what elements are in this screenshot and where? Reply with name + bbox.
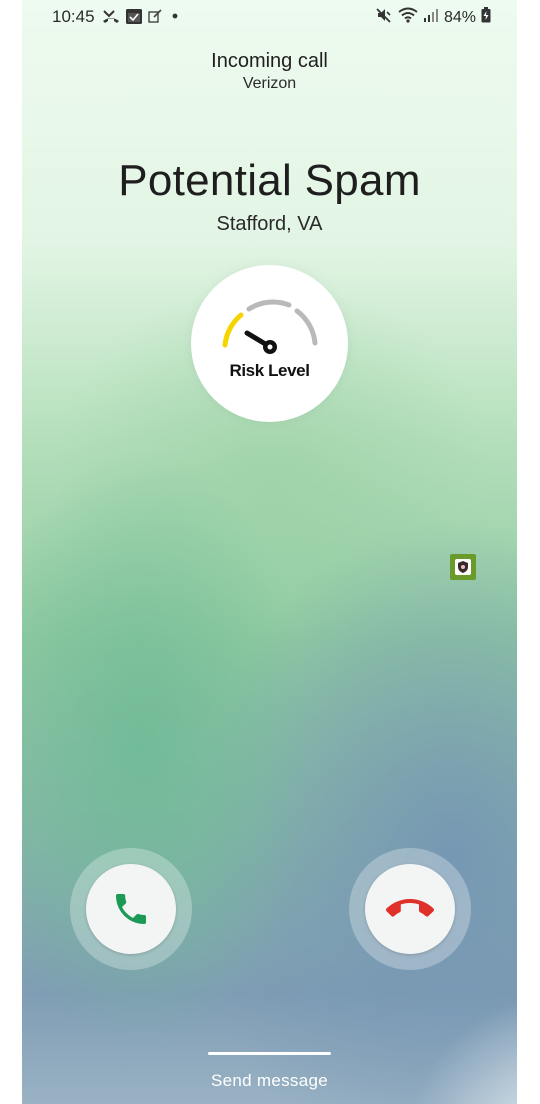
risk-level-badge[interactable]: Risk Level: [191, 265, 348, 422]
missed-call-icon: [102, 8, 120, 29]
battery-icon: [481, 7, 491, 28]
signal-icon: [423, 7, 439, 28]
carrier-name: Verizon: [242, 75, 297, 92]
notification-icons: [102, 8, 182, 29]
phone-accept-icon: [116, 894, 146, 924]
accept-call-button[interactable]: [86, 864, 176, 954]
mute-icon: [375, 7, 393, 28]
swipe-handle[interactable]: [208, 1052, 331, 1055]
caller-name: Potential Spam: [118, 156, 421, 205]
overlay-app-icon[interactable]: [450, 554, 476, 580]
incoming-call-screen: 10:45 84% Incoming call Verizon Potentia…: [22, 0, 517, 1104]
accept-call-area[interactable]: [70, 848, 192, 970]
calendar-icon: [126, 8, 142, 29]
call-state: Incoming call: [211, 50, 328, 72]
status-time: 10:45: [52, 7, 95, 26]
risk-gauge-icon: [222, 299, 318, 354]
battery-percent: 84%: [443, 8, 476, 26]
dot-icon: [168, 9, 182, 28]
decline-call-area[interactable]: [349, 848, 471, 970]
wifi-icon: [398, 7, 418, 28]
risk-level-label: Risk Level: [229, 361, 310, 380]
edit-icon: [148, 9, 162, 28]
system-icons: 84%: [375, 7, 491, 28]
decline-call-button[interactable]: [365, 864, 455, 954]
send-message-button[interactable]: Send message: [22, 1071, 517, 1091]
caller-location: Stafford, VA: [216, 213, 323, 235]
status-bar: 10:45 84%: [22, 0, 517, 34]
phone-decline-icon: [386, 899, 434, 917]
